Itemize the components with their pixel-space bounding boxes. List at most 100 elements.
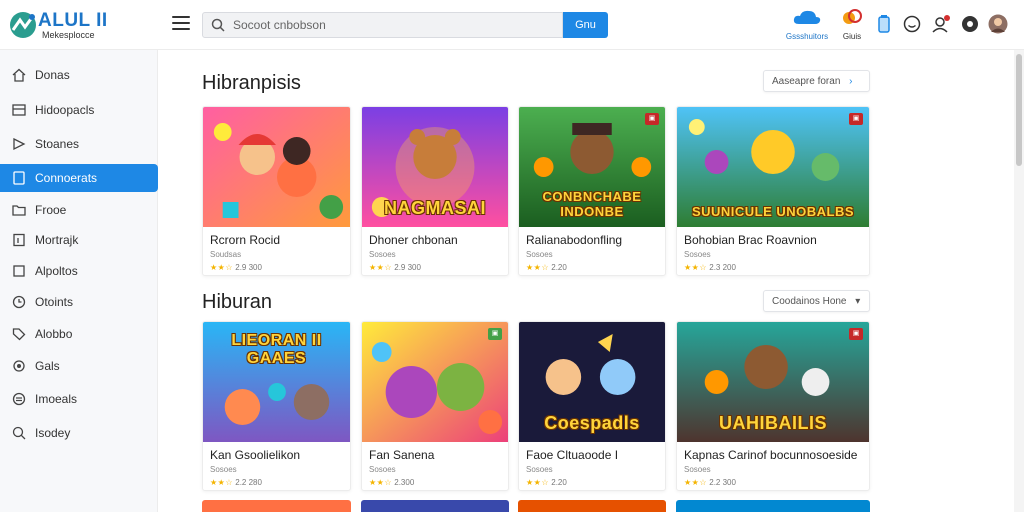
game-name: Kapnas Carinof bocunnosoeside [684,448,858,462]
star-rating-icon: ★★☆ [526,478,550,487]
sidebar-item-layout[interactable]: Hidoopacls [0,96,158,124]
game-card[interactable]: Rcrorn Rocid Soudsas ★★☆ 2.9 300 [202,106,351,276]
game-rating: ★★☆ 2.20 [526,263,567,272]
game-thumbnail: LIEORAN II GAAES [203,322,350,442]
section-more-label: Coodainos Hone [772,296,847,307]
game-rating: ★★☆ 2.2 300 [684,478,736,487]
game-category: Sosoes [526,250,553,259]
game-card[interactable]: NAGMASAI Dhoner chbonan Sosoes ★★☆ 2.9 3… [361,106,509,276]
sidebar-item-list[interactable]: Imoeals [0,385,158,413]
logo-mark-icon [10,12,36,38]
bookmark-icon [13,233,25,247]
avatar[interactable] [988,14,1008,34]
sidebar-item-label: Alobbo [35,327,73,341]
game-rating: ★★☆ 2.9 300 [210,263,262,272]
game-card-peek[interactable] [202,500,351,512]
star-rating-icon: ★★☆ [684,263,708,272]
sidebar-item-label: Alpoltos [35,264,78,278]
sidebar-item-folder[interactable]: Frooe [0,196,158,224]
section-more-button[interactable]: Coodainos Hone ▾ [763,290,870,312]
sidebar-item-active[interactable]: Connoerats [0,164,158,192]
settings-icon[interactable] [960,14,980,34]
home-icon [12,68,26,82]
game-art-title: NAGMASAI [384,198,486,218]
sidebar-item-clock[interactable]: Otoints [0,288,158,316]
section-more-label: Aaseapre foran [772,76,841,87]
layout-icon [12,104,26,116]
hot-badge-icon: ▣ [488,328,502,340]
sidebar-item-search[interactable]: Isodey [0,419,158,447]
clock-icon [12,295,26,309]
list-icon [12,392,26,406]
tag-icon [13,171,25,185]
section-more-button[interactable]: Aaseapre foran › [763,70,870,92]
game-card-peek[interactable] [361,500,509,512]
game-thumbnail: ▣ UAHIBAILIS [677,322,869,442]
game-thumbnail [203,107,350,227]
game-rating: ★★☆ 2.2 280 [210,478,262,487]
game-card[interactable]: ▣ Fan Sanena Sosoes ★★☆ 2.300 [361,321,509,491]
game-name: Bohobian Brac Roavnion [684,233,817,247]
rating-value: 2.9 300 [235,263,262,272]
game-card[interactable]: LIEORAN II GAAES Kan Gsoolielikon Sosoes… [202,321,351,491]
face-icon[interactable] [902,14,922,34]
rating-value: 2.2 280 [235,478,262,487]
bottle-icon[interactable] [874,14,894,34]
game-rating: ★★☆ 2.20 [526,478,567,487]
star-rating-icon: ★★☆ [369,478,393,487]
game-category: Sosoes [526,465,553,474]
search-bar [202,12,563,38]
sidebar-item-label: Isodey [35,426,71,440]
game-art-title: SUUNICULE UNOBALBS [691,204,855,219]
game-art-title: UAHIBAILIS [719,413,827,433]
search-icon [12,426,26,440]
game-thumbnail: Coespadls [519,322,665,442]
section-title: Hiburan [202,291,273,313]
coins-button[interactable]: Giuis [840,8,864,41]
section-title: Hibranpisis [202,72,301,94]
game-name: Kan Gsoolielikon [210,448,301,462]
scrollbar[interactable] [1014,50,1024,512]
search-icon [211,18,225,32]
game-card-peek[interactable] [518,500,666,512]
game-card[interactable]: ▣ UAHIBAILIS Kapnas Carinof bocunnosoesi… [676,321,870,491]
game-card[interactable]: Coespadls Faoe Cltuaoode I Sosoes ★★☆ 2.… [518,321,666,491]
game-rating: ★★☆ 2.3 200 [684,263,736,272]
cloud-button[interactable]: Gssshuitors [784,8,830,41]
game-card-peek[interactable] [676,500,870,512]
star-rating-icon: ★★☆ [210,478,234,487]
rating-value: 2.20 [551,263,567,272]
rating-value: 2.300 [394,478,415,487]
folder-icon [12,205,26,216]
game-name: Fan Sanena [369,448,435,462]
search-button[interactable]: Gnu [563,12,608,38]
hot-badge-icon: ▣ [849,113,863,125]
rating-value: 2.9 300 [394,263,421,272]
scrollbar-thumb[interactable] [1016,54,1022,166]
hot-badge-icon: ▣ [645,113,659,125]
sidebar-item-gear[interactable]: Gals [0,352,158,380]
user-notification-icon[interactable] [931,14,951,34]
game-name: Ralianabodonfling [526,233,623,247]
sidebar-item-label: Connoerats [35,171,98,185]
game-category: Sosoes [210,465,237,474]
game-name: Rcrorn Rocid [210,233,281,247]
game-card[interactable]: ▣ CONBNCHABE INDONBE Ralianabodonfling S… [518,106,666,276]
search-input[interactable] [233,16,553,34]
sidebar-item-square[interactable]: Alpoltos [0,257,158,285]
sidebar-item-arrow[interactable]: Stoanes [0,130,158,158]
game-category: Sosoes [369,250,396,259]
menu-icon[interactable] [172,16,190,32]
sidebar: Donas Hidoopacls Stoanes Connoerats Froo… [0,50,158,512]
sidebar-item-home[interactable]: Donas [0,61,158,89]
logo[interactable]: ALUL II Mekesplocce [8,8,118,42]
sidebar-item-tag[interactable]: Alobbo [0,320,158,348]
coins-icon [843,9,862,24]
tag-icon [12,328,26,341]
sidebar-item-bookmark[interactable]: Mortrajk [0,226,158,254]
star-rating-icon: ★★☆ [210,263,234,272]
game-card[interactable]: ▣ SUUNICULE UNOBALBS Bohobian Brac Roavn… [676,106,870,276]
star-rating-icon: ★★☆ [369,263,393,272]
game-thumbnail: ▣ SUUNICULE UNOBALBS [677,107,869,227]
star-rating-icon: ★★☆ [526,263,550,272]
